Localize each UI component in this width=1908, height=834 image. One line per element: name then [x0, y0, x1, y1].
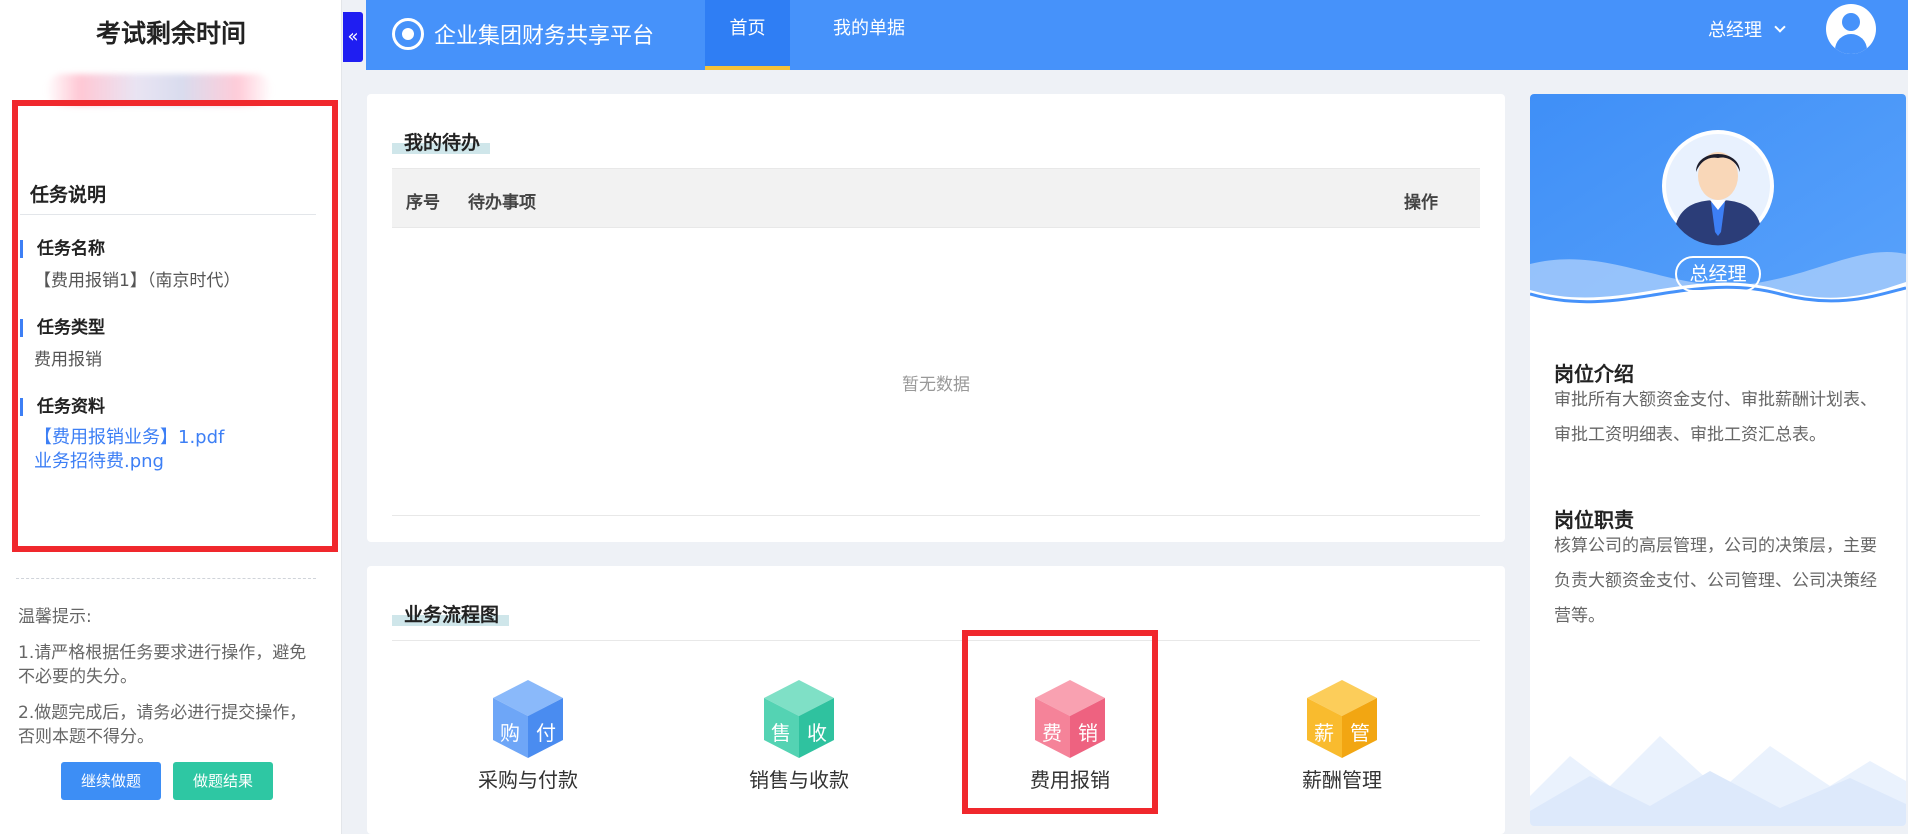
- todo-card: 我的待办 序号 待办事项 操作 暂无数据: [367, 94, 1505, 542]
- divider: [392, 515, 1480, 516]
- result-button[interactable]: 做题结果: [173, 762, 273, 800]
- col-action: 操作: [1404, 193, 1438, 213]
- user-icon-body: [1835, 34, 1867, 54]
- todo-title: 我的待办: [392, 128, 491, 155]
- empty-state: 暂无数据: [902, 375, 970, 395]
- col-index: 序号: [406, 193, 440, 213]
- timer-title: 考试剩余时间: [95, 19, 246, 48]
- divider: [16, 578, 316, 579]
- logo-icon: [392, 18, 424, 50]
- brand[interactable]: 企业集团财务共享平台: [392, 14, 654, 54]
- collapse-panel-button[interactable]: «: [343, 12, 363, 62]
- app-title: 企业集团财务共享平台: [434, 24, 655, 49]
- flow-title: 业务流程图: [392, 600, 510, 627]
- intro-text: 审批所有大额资金支付、审批薪酬计划表、审批工资明细表、审批工资汇总表。: [1554, 390, 1877, 445]
- chevron-down-icon: [1774, 20, 1786, 33]
- cube-char: 售: [771, 721, 791, 745]
- role-badge: 总经理: [1675, 256, 1761, 292]
- user-icon: [1842, 13, 1860, 31]
- flow-payroll-management[interactable]: 薪 管 薪酬管理: [1252, 678, 1432, 793]
- double-chevron-left-icon: «: [347, 26, 359, 47]
- cube-char: 管: [1350, 721, 1370, 745]
- continue-button[interactable]: 继续做题: [61, 762, 161, 800]
- cube-char: 薪: [1314, 721, 1334, 745]
- flow-sales-receipt[interactable]: 售 收 销售与收款: [709, 678, 889, 793]
- duty-text: 核算公司的高层管理，公司的决策层，主要负责大额资金支付、公司管理、公司决策经营等…: [1554, 536, 1877, 626]
- cube-icon-sales: 售 收: [764, 680, 834, 758]
- flow-label: 销售与收款: [749, 768, 849, 792]
- top-navbar: 企业集团财务共享平台 首页 我的单据 总经理: [366, 0, 1908, 70]
- flow-purchase-payment[interactable]: 购 付 采购与付款: [438, 678, 618, 793]
- highlight-box-expense: [962, 630, 1158, 814]
- role-profile-card: 总经理 岗位介绍 审批所有大额资金支付、审批薪酬计划表、审批工资明细表、审批工资…: [1530, 94, 1906, 826]
- flow-card: 业务流程图 购 付 采购与付款 售 收 销售与收款 费 销 费用报销 薪 管 薪…: [367, 566, 1505, 834]
- tip-2: 2.做题完成后，请务必进行提交操作，否则本题不得分。: [18, 703, 307, 747]
- nav-home[interactable]: 首页: [705, 0, 790, 70]
- flow-label: 薪酬管理: [1302, 768, 1382, 792]
- user-role-dropdown[interactable]: 总经理: [1708, 16, 1786, 42]
- tips-title: 温馨提示:: [18, 607, 92, 627]
- todo-table-header: 序号 待办事项 操作: [392, 168, 1480, 228]
- mountain-decoration: [1530, 736, 1906, 826]
- divider: [392, 640, 1480, 641]
- tip-1: 1.请严格根据任务要求进行操作，避免不必要的失分。: [18, 643, 307, 687]
- cube-char: 收: [807, 721, 827, 745]
- avatar[interactable]: [1826, 4, 1876, 54]
- cube-icon-payroll: 薪 管: [1307, 680, 1377, 758]
- cube-char: 付: [536, 721, 556, 745]
- user-role-label: 总经理: [1708, 20, 1762, 41]
- nav-my-documents[interactable]: 我的单据: [814, 0, 924, 70]
- profile-hero-background: [1530, 94, 1906, 334]
- highlight-box-task: [12, 100, 338, 552]
- cube-icon-purchase: 购 付: [493, 680, 563, 758]
- col-todo-item: 待办事项: [468, 193, 536, 213]
- cube-char: 购: [500, 721, 520, 745]
- flow-label: 采购与付款: [478, 768, 578, 792]
